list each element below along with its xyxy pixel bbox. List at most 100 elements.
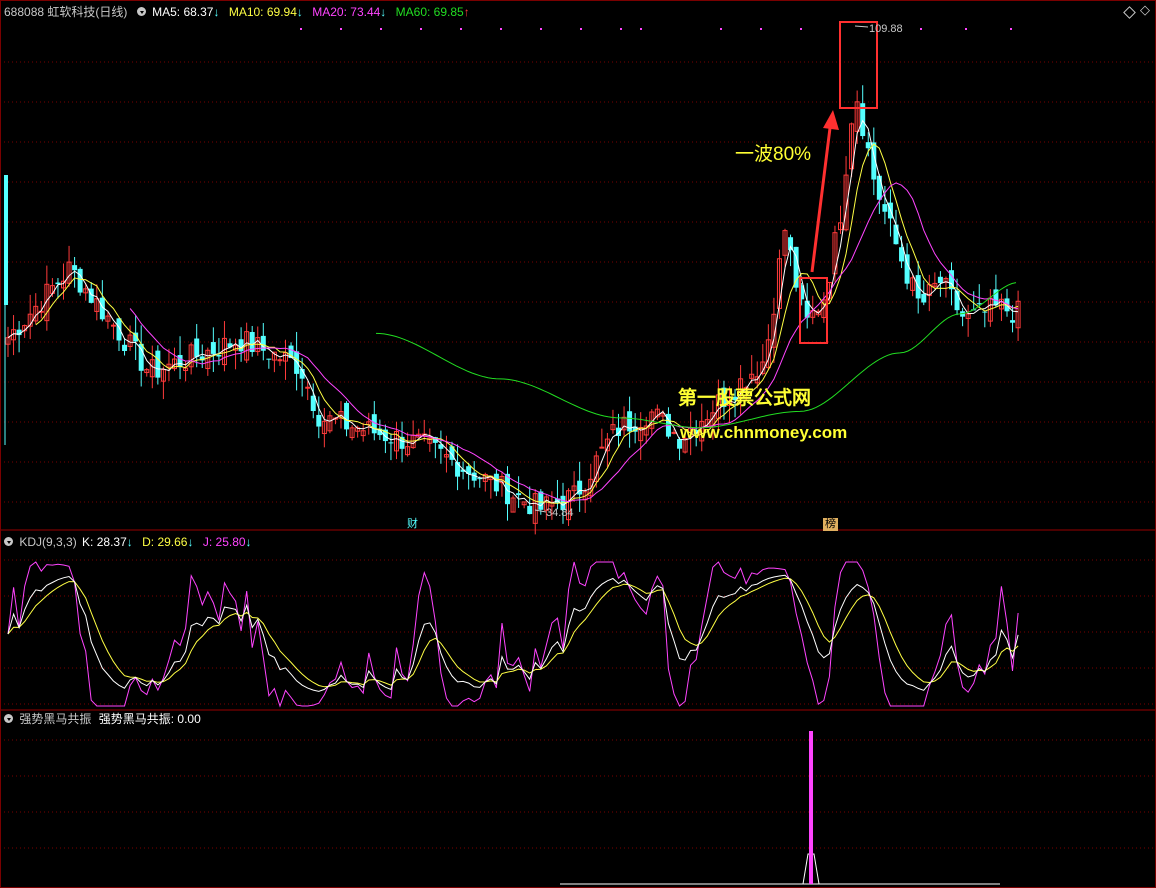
wave-annotation: 一波80% — [735, 144, 812, 165]
candle-body — [210, 342, 216, 354]
candle-body — [527, 505, 533, 515]
candle-body — [344, 402, 350, 430]
signal-dot — [580, 28, 582, 30]
rise-arrow-head — [823, 110, 839, 130]
kdj-j-arrow: ↓ — [245, 535, 252, 549]
ma5-value: 68.37 — [183, 5, 214, 19]
kdj-j-label: J: — [202, 535, 213, 549]
candle-body — [72, 265, 78, 271]
ma10-line — [35, 143, 1019, 504]
candle-body — [177, 354, 183, 368]
indicator-settings-icon[interactable] — [4, 714, 13, 724]
candle-body — [110, 324, 116, 327]
candle-body — [1010, 320, 1016, 323]
signal-dot — [340, 28, 342, 30]
candle-body — [505, 473, 510, 505]
ma10-label: MA10: — [228, 5, 264, 19]
candle-body — [599, 446, 605, 449]
candle-body — [77, 268, 83, 293]
candle-body — [388, 442, 394, 444]
ma10-value: 69.94 — [266, 5, 297, 19]
signal-dot — [540, 28, 542, 30]
candle-body — [982, 311, 988, 313]
kdj-header: KDJ(9,3,3) K: 28.37↓ D: 29.66↓ J: 25.80↓ — [4, 535, 252, 549]
high-price-pointer — [854, 25, 869, 28]
candle-body — [937, 276, 943, 284]
site-name-watermark: 第一股票公式网 — [678, 388, 812, 409]
signal-dot — [720, 28, 722, 30]
candle-body — [305, 386, 311, 389]
kdj-d-value: 29.66 — [157, 535, 188, 549]
kdj-d-arrow: ↓ — [187, 535, 194, 549]
indicator-title: 强势黑马共振 — [19, 712, 92, 726]
candle-body — [882, 204, 888, 212]
signal-dot — [1010, 28, 1012, 30]
kdj-d-label: D: — [142, 535, 155, 549]
kdj-k-label: K: — [82, 535, 94, 549]
axis-marker — [4, 175, 8, 305]
chart-header: 688088 虹软科技(日线) MA5: 68.37↓ MA10: 69.94↓… — [4, 5, 470, 19]
candle-body — [266, 358, 272, 360]
candle-body — [316, 414, 322, 427]
site-url-watermark: www.chnmoney.com — [680, 423, 848, 442]
candle-body — [294, 351, 300, 374]
candle-body — [538, 491, 544, 510]
chart-canvas[interactable] — [0, 0, 1156, 888]
candle-body — [238, 339, 244, 352]
ma20-value: 73.44 — [350, 5, 381, 19]
settings-icon[interactable] — [136, 7, 146, 17]
signal-dot — [800, 28, 802, 30]
signal-dot — [640, 28, 642, 30]
ma5-arrow: ↓ — [213, 5, 220, 19]
indicator-header: 强势黑马共振 强势黑马共振: 0.00 — [4, 712, 201, 726]
ma5-line — [7, 119, 1019, 507]
kdj-j-line — [7, 561, 1019, 708]
candle-body — [671, 431, 677, 434]
stock-name: 虹软科技 — [47, 5, 96, 19]
candle-body — [904, 254, 910, 284]
signal-dot — [420, 28, 422, 30]
chart-period: (日线) — [95, 5, 128, 19]
signal-dot — [500, 28, 502, 30]
signal-dot — [300, 28, 302, 30]
kdj-j-value: 25.80 — [215, 535, 246, 549]
signal-dot — [380, 28, 382, 30]
signal-bar — [809, 731, 813, 884]
ma5-label: MA5: — [152, 5, 181, 19]
ma60-label: MA60: — [395, 5, 431, 19]
stock-code: 688088 — [4, 5, 45, 19]
high-price-label: 109.88 — [869, 23, 903, 35]
signal-dot — [965, 28, 967, 30]
candle-body — [116, 318, 122, 341]
ma60-value: 69.85 — [433, 5, 464, 19]
ma20-label: MA20: — [312, 5, 347, 19]
candle-body — [921, 293, 927, 303]
ma20-arrow: ↓ — [380, 5, 387, 19]
signal-dot — [460, 28, 462, 30]
candle-body — [893, 224, 899, 245]
candle-body — [122, 344, 128, 351]
rise-arrow-shaft — [810, 127, 832, 273]
kdj-k-value: 28.37 — [96, 535, 127, 549]
billboard-tag[interactable]: 榜 — [823, 518, 838, 531]
kdj-k-line — [7, 574, 1019, 692]
finance-tag[interactable]: 财 — [405, 518, 420, 531]
collapse-icon[interactable]: ◇ — [1140, 3, 1150, 17]
low-price-label: 34.84 — [546, 507, 574, 519]
signal-dot — [920, 28, 922, 30]
signal-dot — [760, 28, 762, 30]
indicator-series-value: 0.00 — [177, 712, 201, 726]
kdj-settings-icon[interactable] — [4, 537, 13, 547]
candle-body — [516, 493, 522, 496]
indicator-series-label: 强势黑马共振: — [98, 712, 175, 726]
ma60-arrow: ↑ — [463, 5, 470, 19]
candle-body — [194, 338, 200, 357]
candle-body — [216, 354, 222, 357]
candle-body — [876, 175, 882, 200]
candle-body — [155, 350, 161, 378]
ma10-arrow: ↓ — [296, 5, 303, 19]
candle-body — [138, 343, 144, 371]
candle-body — [493, 473, 499, 492]
kdj-title: KDJ(9,3,3) — [19, 535, 77, 549]
stock-chart[interactable]: 688088 虹软科技(日线) MA5: 68.37↓ MA10: 69.94↓… — [0, 0, 1156, 888]
